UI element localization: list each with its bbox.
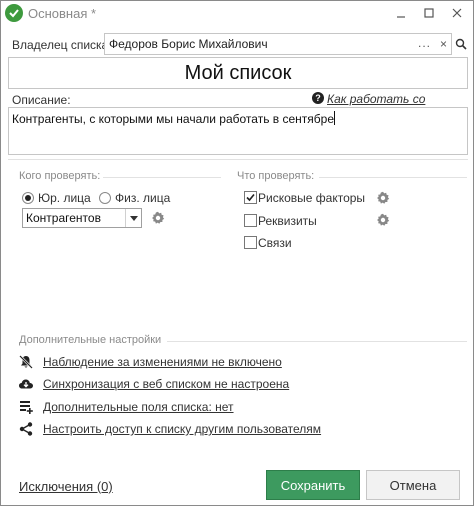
chevron-down-icon[interactable] xyxy=(125,209,141,227)
checkbox-risk-factors[interactable] xyxy=(244,191,257,204)
cloud-sync-icon xyxy=(19,379,33,389)
cancel-button[interactable]: Отмена xyxy=(366,470,460,500)
checkmark-icon xyxy=(246,193,255,202)
share-icon xyxy=(19,422,33,436)
checkbox-requisites-label[interactable]: Реквизиты xyxy=(258,214,317,228)
minimize-icon xyxy=(397,16,405,18)
owner-field[interactable]: Федоров Борис Михайлович ... × xyxy=(104,33,452,55)
counterparty-select-value: Контрагентов xyxy=(26,211,101,225)
who-section-title: Кого проверять: xyxy=(19,170,101,182)
text-caret xyxy=(334,111,336,125)
counterparty-select[interactable]: Контрагентов xyxy=(22,208,142,228)
radio-legal-entities[interactable] xyxy=(22,192,34,204)
owner-label: Владелец списка: xyxy=(12,38,112,52)
access-link[interactable]: Настроить доступ к списку другим пользов… xyxy=(43,422,321,436)
title-bar: Основная * xyxy=(1,1,473,27)
list-fields-icon xyxy=(20,401,33,414)
radio-legal-entities-label[interactable]: Юр. лица xyxy=(38,191,91,205)
close-icon xyxy=(452,8,462,18)
additional-section-line xyxy=(167,341,467,342)
bell-off-icon xyxy=(19,355,33,369)
maximize-icon xyxy=(424,8,434,18)
additional-section-title: Дополнительные настройки xyxy=(19,334,162,346)
list-name-input[interactable]: Мой список xyxy=(8,57,468,89)
radio-individuals-label[interactable]: Физ. лица xyxy=(115,191,170,205)
gear-icon[interactable] xyxy=(376,213,390,227)
close-button[interactable] xyxy=(443,1,471,25)
save-button[interactable]: Сохранить xyxy=(266,470,360,500)
gear-icon[interactable] xyxy=(376,191,390,205)
radio-individuals[interactable] xyxy=(99,192,111,204)
checkbox-requisites[interactable] xyxy=(244,214,257,227)
description-label: Описание: xyxy=(12,93,71,107)
checkbox-connections-label[interactable]: Связи xyxy=(258,236,292,250)
search-icon xyxy=(455,38,467,50)
description-textarea[interactable]: Контрагенты, с которыми мы начали работа… xyxy=(8,107,468,155)
minimize-button[interactable] xyxy=(387,1,415,25)
checkbox-connections[interactable] xyxy=(244,236,257,249)
owner-clear-button[interactable]: × xyxy=(440,37,447,51)
extra-fields-link[interactable]: Дополнительные поля списка: нет xyxy=(43,400,234,414)
help-icon[interactable]: ? xyxy=(312,92,324,104)
maximize-button[interactable] xyxy=(415,1,443,25)
app-logo-icon xyxy=(5,4,23,22)
dialog-window: Основная * Владелец списка: Федоров Бори… xyxy=(0,0,474,506)
owner-select-button[interactable]: ... xyxy=(418,36,431,50)
divider xyxy=(8,159,468,160)
exceptions-link[interactable]: Исключения (0) xyxy=(19,479,113,494)
owner-value: Федоров Борис Михайлович xyxy=(109,37,268,51)
who-section-line xyxy=(103,177,221,178)
monitoring-link[interactable]: Наблюдение за изменениями не включено xyxy=(43,355,282,369)
owner-search-button[interactable] xyxy=(454,33,468,55)
gear-icon[interactable] xyxy=(151,211,165,225)
what-section-line xyxy=(319,177,467,178)
what-section-title: Что проверять: xyxy=(237,170,315,182)
checkbox-risk-factors-label[interactable]: Рисковые факторы xyxy=(258,191,365,205)
window-title: Основная * xyxy=(28,6,97,21)
description-text: Контрагенты, с которыми мы начали работа… xyxy=(12,112,335,126)
sync-link[interactable]: Синхронизация с веб списком не настроена xyxy=(43,377,289,391)
